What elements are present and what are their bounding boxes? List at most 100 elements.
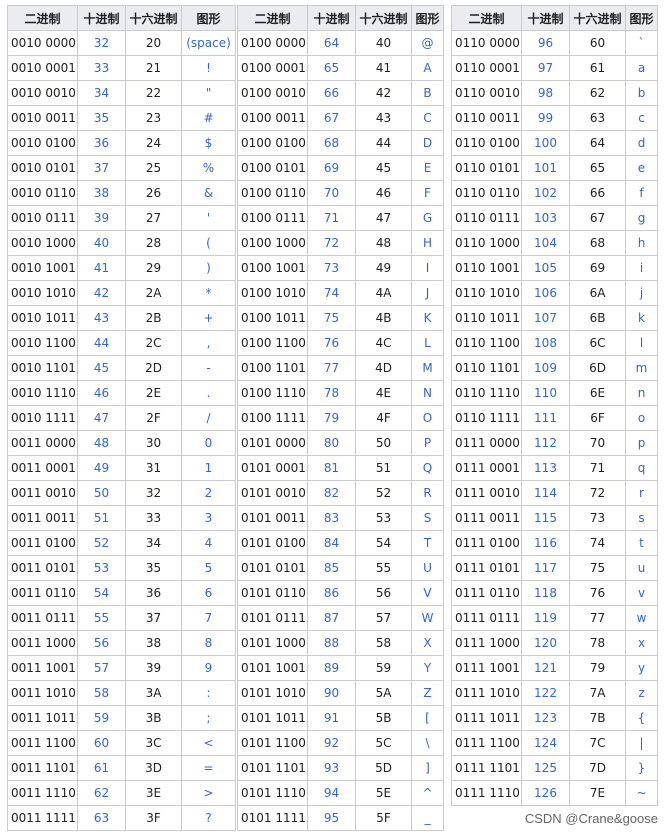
cell-glyph[interactable]: Y (411, 655, 444, 681)
cell-decimal[interactable]: 121 (521, 655, 570, 681)
cell-glyph[interactable]: o (625, 405, 658, 431)
cell-decimal[interactable]: 110 (521, 380, 570, 406)
cell-decimal[interactable]: 65 (307, 55, 356, 81)
cell-glyph[interactable]: N (411, 380, 444, 406)
cell-glyph[interactable]: b (625, 80, 658, 106)
cell-glyph[interactable]: g (625, 205, 658, 231)
cell-glyph[interactable]: O (411, 405, 444, 431)
cell-glyph[interactable]: d (625, 130, 658, 156)
cell-glyph[interactable]: T (411, 530, 444, 556)
cell-glyph[interactable]: 9 (181, 655, 236, 681)
cell-decimal[interactable]: 62 (77, 780, 126, 806)
cell-glyph[interactable]: > (181, 780, 236, 806)
cell-decimal[interactable]: 106 (521, 280, 570, 306)
cell-decimal[interactable]: 47 (77, 405, 126, 431)
cell-decimal[interactable]: 76 (307, 330, 356, 356)
cell-glyph[interactable]: x (625, 630, 658, 656)
cell-glyph[interactable]: R (411, 480, 444, 506)
cell-glyph[interactable]: * (181, 280, 236, 306)
cell-glyph[interactable]: ` (625, 30, 658, 56)
cell-decimal[interactable]: 89 (307, 655, 356, 681)
cell-decimal[interactable]: 87 (307, 605, 356, 631)
cell-glyph[interactable]: { (625, 705, 658, 731)
cell-decimal[interactable]: 58 (77, 680, 126, 706)
cell-glyph[interactable]: M (411, 355, 444, 381)
cell-glyph[interactable]: s (625, 505, 658, 531)
cell-glyph[interactable]: ^ (411, 780, 444, 806)
cell-glyph[interactable]: ! (181, 55, 236, 81)
cell-decimal[interactable]: 53 (77, 555, 126, 581)
cell-glyph[interactable]: 7 (181, 605, 236, 631)
cell-glyph[interactable]: . (181, 380, 236, 406)
cell-glyph[interactable]: I (411, 255, 444, 281)
cell-decimal[interactable]: 79 (307, 405, 356, 431)
cell-glyph[interactable]: i (625, 255, 658, 281)
cell-glyph[interactable]: & (181, 180, 236, 206)
cell-glyph[interactable]: - (181, 355, 236, 381)
cell-decimal[interactable]: 100 (521, 130, 570, 156)
cell-decimal[interactable]: 54 (77, 580, 126, 606)
cell-glyph[interactable]: ( (181, 230, 236, 256)
cell-decimal[interactable]: 38 (77, 180, 126, 206)
cell-decimal[interactable]: 73 (307, 255, 356, 281)
cell-decimal[interactable]: 117 (521, 555, 570, 581)
cell-decimal[interactable]: 118 (521, 580, 570, 606)
cell-decimal[interactable]: 32 (77, 30, 126, 56)
cell-glyph[interactable]: k (625, 305, 658, 331)
cell-glyph[interactable]: C (411, 105, 444, 131)
cell-decimal[interactable]: 55 (77, 605, 126, 631)
cell-glyph[interactable]: ] (411, 755, 444, 781)
cell-decimal[interactable]: 41 (77, 255, 126, 281)
cell-glyph[interactable]: / (181, 405, 236, 431)
cell-glyph[interactable]: < (181, 730, 236, 756)
cell-decimal[interactable]: 111 (521, 405, 570, 431)
cell-glyph[interactable]: p (625, 430, 658, 456)
cell-decimal[interactable]: 124 (521, 730, 570, 756)
cell-glyph[interactable]: P (411, 430, 444, 456)
cell-glyph[interactable]: + (181, 305, 236, 331)
cell-glyph[interactable]: G (411, 205, 444, 231)
cell-glyph[interactable]: $ (181, 130, 236, 156)
cell-decimal[interactable]: 99 (521, 105, 570, 131)
cell-decimal[interactable]: 37 (77, 155, 126, 181)
cell-decimal[interactable]: 40 (77, 230, 126, 256)
cell-decimal[interactable]: 60 (77, 730, 126, 756)
cell-glyph[interactable]: A (411, 55, 444, 81)
cell-decimal[interactable]: 45 (77, 355, 126, 381)
cell-glyph[interactable]: 8 (181, 630, 236, 656)
cell-decimal[interactable]: 33 (77, 55, 126, 81)
cell-glyph[interactable]: Z (411, 680, 444, 706)
cell-decimal[interactable]: 56 (77, 630, 126, 656)
cell-decimal[interactable]: 126 (521, 780, 570, 806)
cell-decimal[interactable]: 64 (307, 30, 356, 56)
cell-decimal[interactable]: 77 (307, 355, 356, 381)
cell-glyph[interactable]: 0 (181, 430, 236, 456)
cell-decimal[interactable]: 66 (307, 80, 356, 106)
cell-decimal[interactable]: 91 (307, 705, 356, 731)
cell-glyph[interactable]: ? (181, 805, 236, 831)
cell-glyph[interactable]: K (411, 305, 444, 331)
cell-glyph[interactable]: h (625, 230, 658, 256)
cell-glyph[interactable]: % (181, 155, 236, 181)
cell-decimal[interactable]: 50 (77, 480, 126, 506)
cell-decimal[interactable]: 88 (307, 630, 356, 656)
cell-decimal[interactable]: 51 (77, 505, 126, 531)
cell-glyph[interactable]: S (411, 505, 444, 531)
cell-decimal[interactable]: 109 (521, 355, 570, 381)
cell-glyph[interactable]: q (625, 455, 658, 481)
cell-glyph[interactable]: 5 (181, 555, 236, 581)
cell-glyph[interactable]: H (411, 230, 444, 256)
cell-glyph[interactable]: 1 (181, 455, 236, 481)
cell-decimal[interactable]: 71 (307, 205, 356, 231)
cell-glyph[interactable]: , (181, 330, 236, 356)
cell-decimal[interactable]: 120 (521, 630, 570, 656)
cell-glyph[interactable]: @ (411, 30, 444, 56)
cell-decimal[interactable]: 42 (77, 280, 126, 306)
cell-decimal[interactable]: 84 (307, 530, 356, 556)
cell-glyph[interactable]: Q (411, 455, 444, 481)
cell-glyph[interactable]: n (625, 380, 658, 406)
cell-glyph[interactable]: E (411, 155, 444, 181)
cell-decimal[interactable]: 107 (521, 305, 570, 331)
cell-glyph[interactable]: 2 (181, 480, 236, 506)
cell-glyph[interactable]: W (411, 605, 444, 631)
